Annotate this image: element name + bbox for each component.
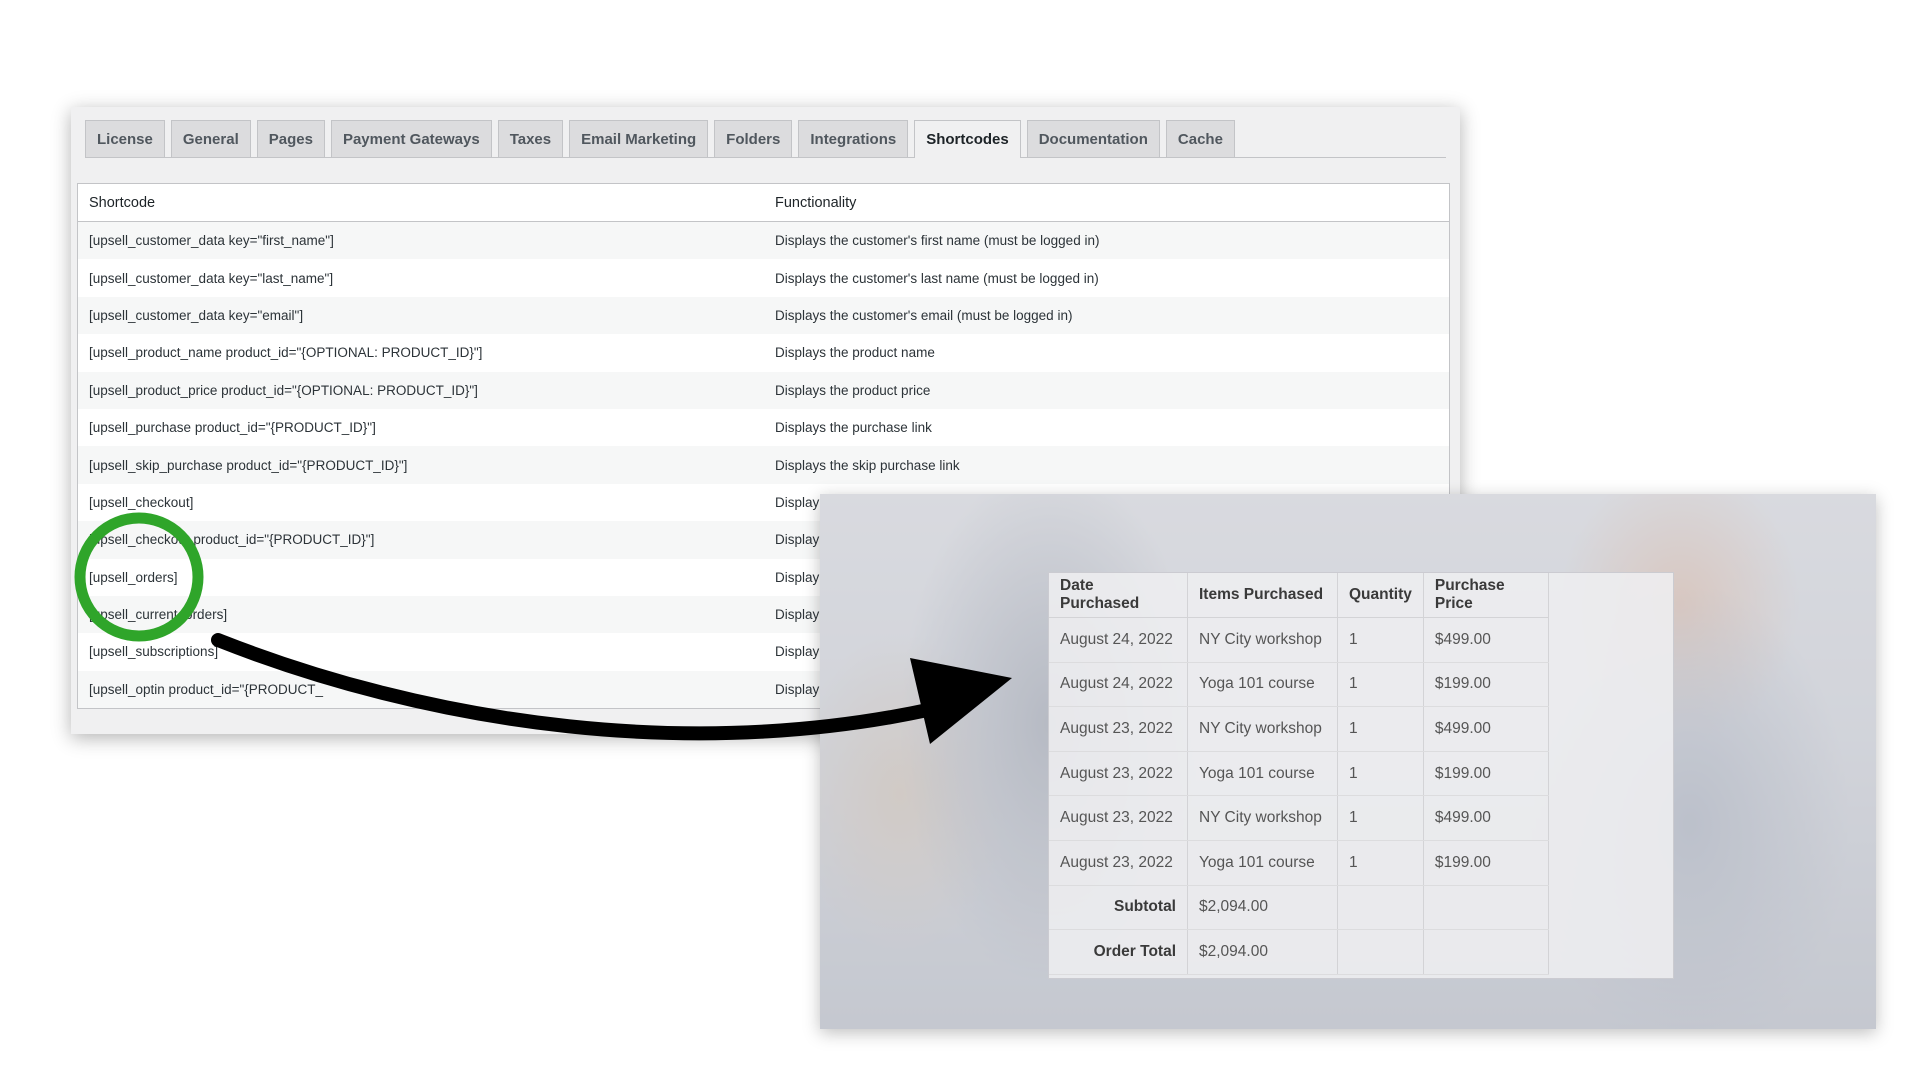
column-header-price: Purchase Price <box>1423 573 1549 618</box>
order-date: August 23, 2022 <box>1049 751 1188 797</box>
order-row: August 24, 2022 Yoga 101 course 1 $199.00 <box>1049 662 1549 708</box>
tab-documentation[interactable]: Documentation <box>1026 120 1160 157</box>
order-price: $199.00 <box>1423 751 1549 797</box>
order-price: $199.00 <box>1423 840 1549 886</box>
order-row: August 23, 2022 Yoga 101 course 1 $199.00 <box>1049 840 1549 886</box>
order-quantity: 1 <box>1337 840 1424 886</box>
shortcode-cell: [upsell_orders] <box>89 569 178 585</box>
empty-cell <box>1423 885 1549 931</box>
subtotal-row: Subtotal $2,094.00 <box>1049 885 1549 931</box>
functionality-cell: Displays the customer's last name (must … <box>775 270 1099 286</box>
order-quantity: 1 <box>1337 706 1424 752</box>
shortcode-cell: [upsell_checkout] <box>89 494 194 510</box>
functionality-cell: Displays the product price <box>775 382 931 398</box>
order-total-value: $2,094.00 <box>1187 929 1338 975</box>
column-header-items: Items Purchased <box>1187 573 1338 618</box>
shortcode-cell: [upsell_customer_data key="first_name"] <box>89 233 334 249</box>
shortcode-cell: [upsell_customer_data key="last_name"] <box>89 270 334 286</box>
table-row: [upsell_purchase product_id="{PRODUCT_ID… <box>78 409 1450 446</box>
tab-payment-gateways[interactable]: Payment Gateways <box>330 120 492 157</box>
functionality-cell: Displays the customer's email (must be l… <box>775 307 1073 323</box>
shortcode-cell: [upsell_subscriptions] <box>89 644 219 660</box>
table-row: [upsell_product_name product_id="{OPTION… <box>78 334 1450 371</box>
functionality-cell: Displays the product name <box>775 345 935 361</box>
order-price: $499.00 <box>1423 617 1549 663</box>
order-date: August 24, 2022 <box>1049 617 1188 663</box>
order-item: Yoga 101 course <box>1187 840 1338 886</box>
order-date: August 23, 2022 <box>1049 706 1188 752</box>
table-row: [upsell_customer_data key="last_name"] Di… <box>78 259 1450 296</box>
table-header-row: Shortcode Functionality <box>77 183 1450 222</box>
order-price: $499.00 <box>1423 795 1549 841</box>
table-row: [upsell_customer_data key="email"] Displa… <box>77 296 1450 335</box>
column-header-date: Date Purchased <box>1049 573 1188 618</box>
order-quantity: 1 <box>1337 617 1424 663</box>
empty-cell <box>1423 929 1549 975</box>
table-row: [upsell_customer_data key="first_name"] D… <box>77 221 1450 260</box>
orders-table: Date Purchased Items Purchased Quantity … <box>1049 573 1549 975</box>
order-price: $199.00 <box>1423 662 1549 708</box>
orders-table-card: Date Purchased Items Purchased Quantity … <box>1048 572 1674 979</box>
order-quantity: 1 <box>1337 751 1424 797</box>
tab-license[interactable]: License <box>85 120 165 157</box>
tab-taxes[interactable]: Taxes <box>497 120 564 157</box>
settings-tabs: License General Pages Payment Gateways T… <box>85 119 1446 158</box>
order-item: NY City workshop <box>1187 795 1338 841</box>
shortcode-cell: [upsell_optin product_id="{PRODUCT_ <box>89 681 324 697</box>
orders-preview-photo: Date Purchased Items Purchased Quantity … <box>820 494 1876 1029</box>
tab-folders[interactable]: Folders <box>714 120 793 157</box>
tab-pages[interactable]: Pages <box>256 120 325 157</box>
empty-cell <box>1337 885 1424 931</box>
shortcode-cell: [upsell_checkout product_id="{PRODUCT_ID… <box>89 532 375 548</box>
tab-integrations[interactable]: Integrations <box>798 120 909 157</box>
order-item: NY City workshop <box>1187 617 1338 663</box>
tab-cache[interactable]: Cache <box>1165 120 1235 157</box>
order-item: Yoga 101 course <box>1187 751 1338 797</box>
functionality-cell: Displays the customer's first name (must… <box>775 233 1100 249</box>
order-price: $499.00 <box>1423 706 1549 752</box>
order-row: August 24, 2022 NY City workshop 1 $499.00 <box>1049 617 1549 663</box>
order-date: August 23, 2022 <box>1049 795 1188 841</box>
order-total-row: Order Total $2,094.00 <box>1049 929 1549 975</box>
subtotal-label: Subtotal <box>1049 885 1188 931</box>
orders-header-row: Date Purchased Items Purchased Quantity … <box>1049 573 1549 618</box>
tab-shortcodes[interactable]: Shortcodes <box>914 120 1021 158</box>
shortcode-cell: [upsell_skip_purchase product_id="{PRODU… <box>89 457 408 473</box>
shortcode-cell: [upsell_product_name product_id="{OPTION… <box>89 345 483 361</box>
shortcode-cell: [upsell_purchase product_id="{PRODUCT_ID… <box>89 420 376 436</box>
column-header-shortcode: Shortcode <box>77 183 764 222</box>
table-row: [upsell_product_price product_id="{OPTIO… <box>77 371 1450 409</box>
functionality-cell: Displays the skip purchase link <box>775 457 960 473</box>
order-row: August 23, 2022 Yoga 101 course 1 $199.00 <box>1049 751 1549 797</box>
column-header-functionality: Functionality <box>764 183 1450 222</box>
order-date: August 23, 2022 <box>1049 840 1188 886</box>
empty-cell <box>1337 929 1424 975</box>
order-date: August 24, 2022 <box>1049 662 1188 708</box>
order-row: August 23, 2022 NY City workshop 1 $499.00 <box>1049 706 1549 752</box>
subtotal-value: $2,094.00 <box>1187 885 1338 931</box>
shortcode-cell: [upsell_customer_data key="email"] <box>89 307 304 323</box>
functionality-cell: Displays the purchase link <box>775 420 932 436</box>
order-quantity: 1 <box>1337 662 1424 708</box>
shortcode-cell: [upsell_product_price product_id="{OPTIO… <box>89 382 478 398</box>
order-quantity: 1 <box>1337 795 1424 841</box>
tab-general[interactable]: General <box>170 120 251 157</box>
order-item: Yoga 101 course <box>1187 662 1338 708</box>
order-row: August 23, 2022 NY City workshop 1 $499.00 <box>1049 795 1549 841</box>
order-total-label: Order Total <box>1049 929 1188 975</box>
table-row: [upsell_skip_purchase product_id="{PRODU… <box>77 446 1450 484</box>
order-item: NY City workshop <box>1187 706 1338 752</box>
column-header-quantity: Quantity <box>1337 573 1424 618</box>
shortcode-cell: [upsell_current_orders] <box>89 607 228 623</box>
tab-email-marketing[interactable]: Email Marketing <box>569 120 709 157</box>
